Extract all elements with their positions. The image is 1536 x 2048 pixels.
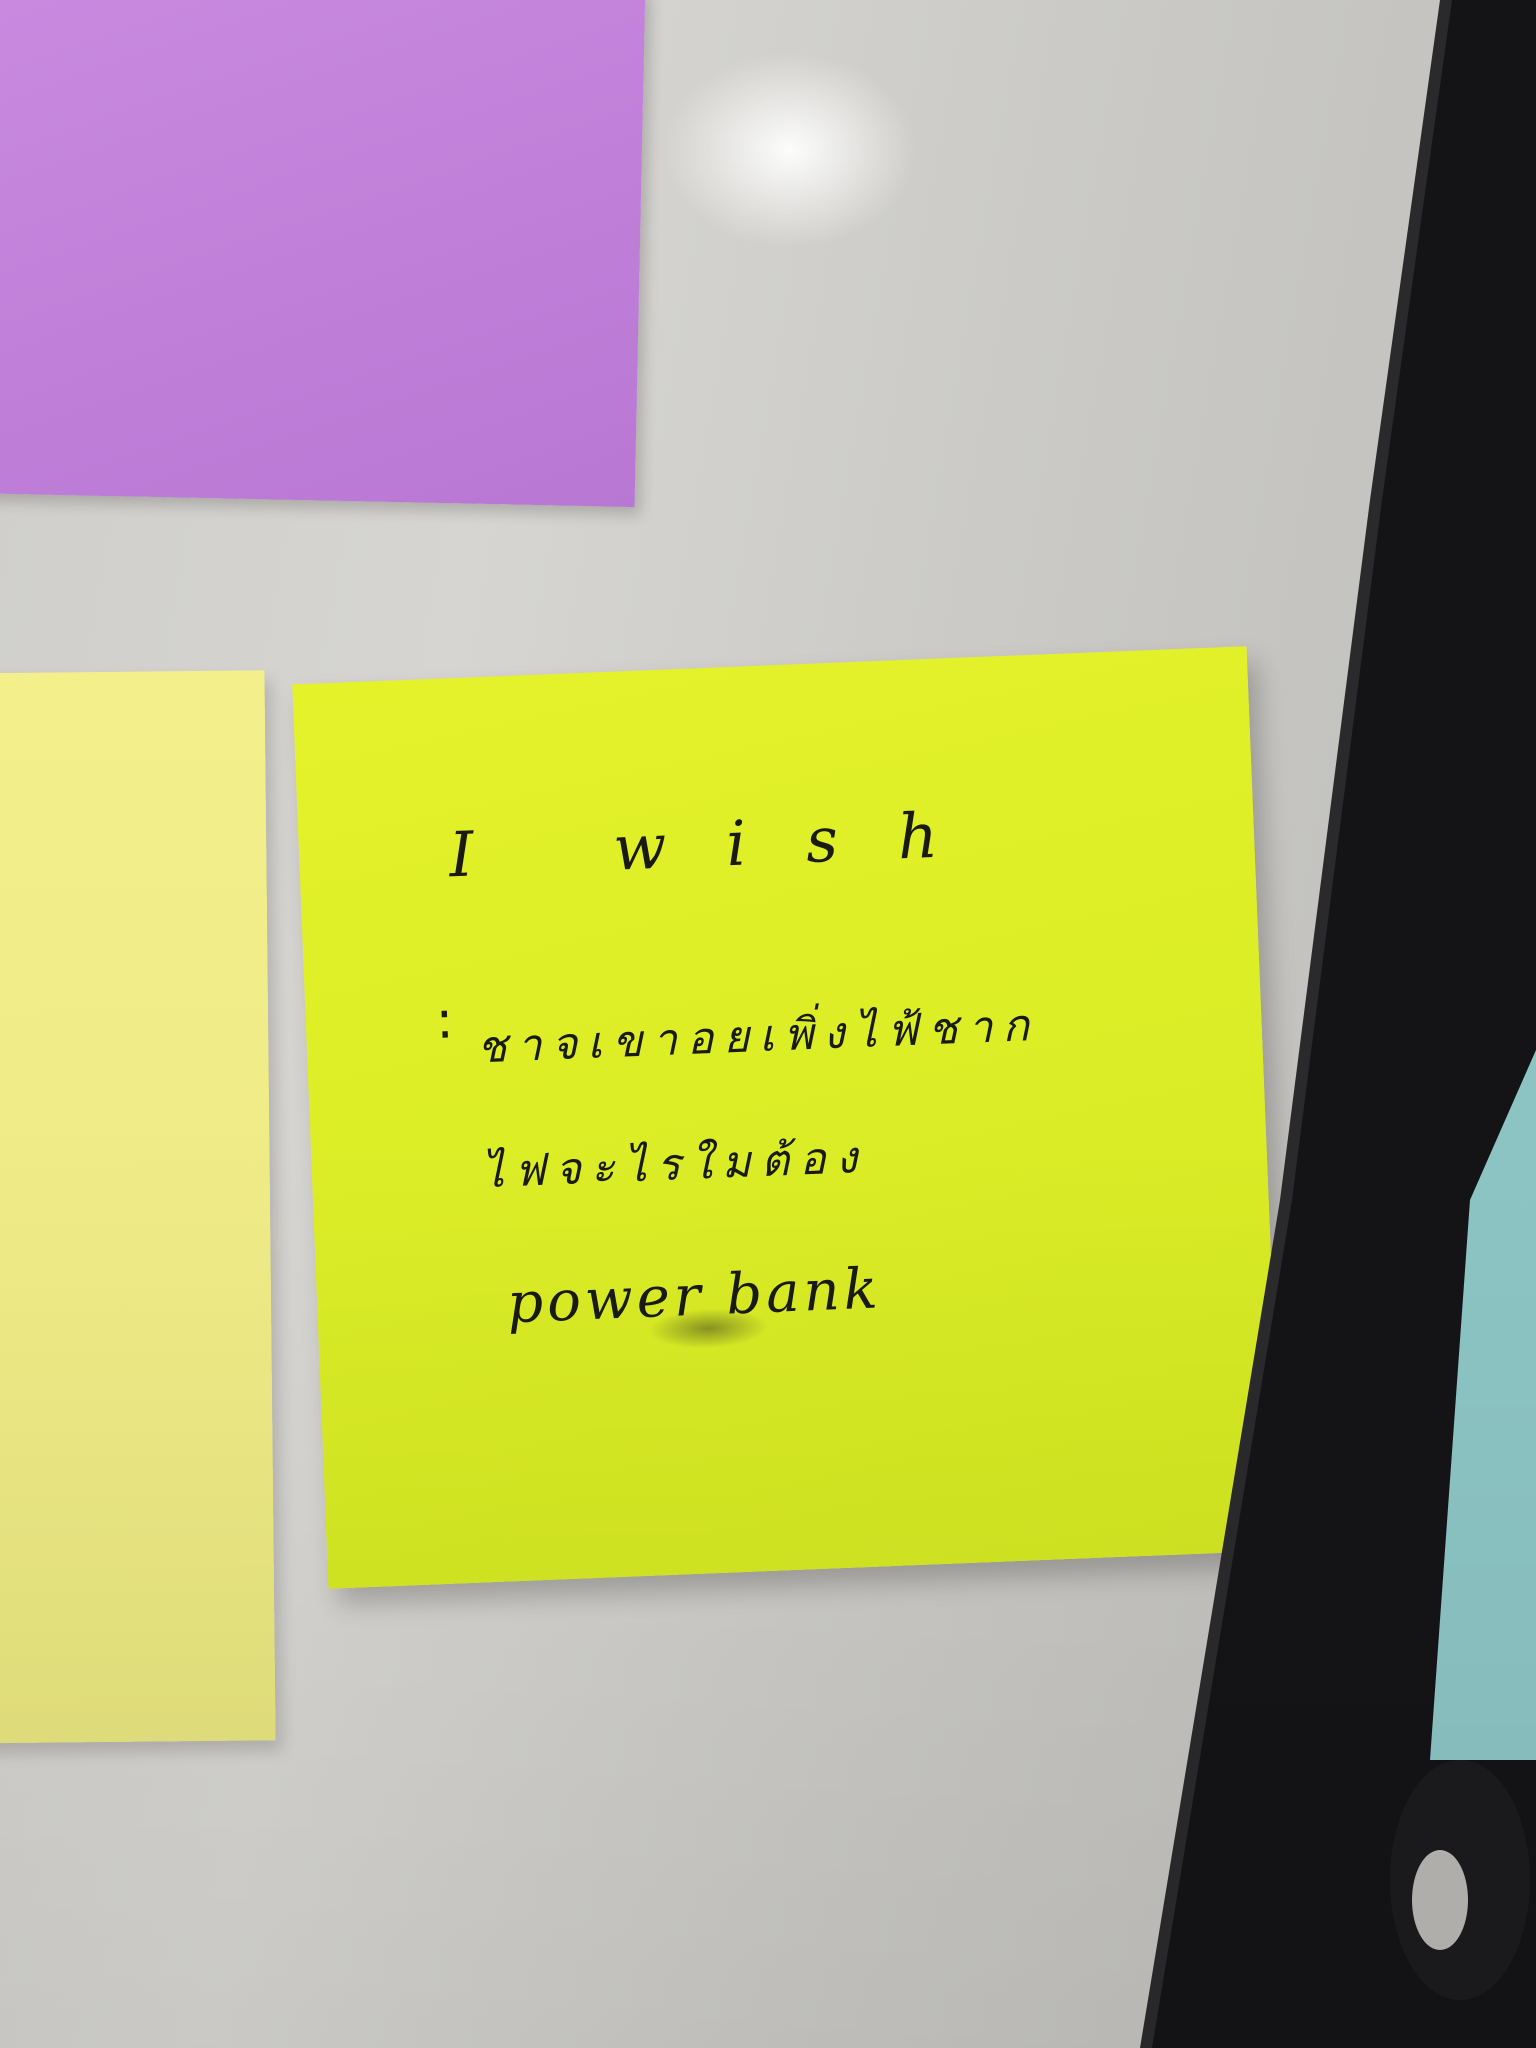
purple-sticky-note xyxy=(0,0,646,508)
wheel-hub xyxy=(1412,1850,1468,1950)
photo-scene: I wish : ชาจเขาอยเพิ่งไฟ้ชาก ไฟจะไรใมต้อ… xyxy=(0,0,1536,2048)
note-colon: : xyxy=(434,990,455,1052)
note-line-thai-1: ชาจเขาอยเพิ่งไฟ้ชาก xyxy=(475,999,1040,1074)
pale-yellow-sticky-note xyxy=(0,670,276,1744)
background-glimpse xyxy=(1430,1050,1536,1760)
handwritten-text: I wish : ชาจเขาอยเพิ่งไฟ้ชาก ไฟจะไรใมต้อ… xyxy=(292,646,1283,1589)
note-line-thai-2: ไฟจะไรใมต้อง xyxy=(480,1131,869,1199)
ink-smudge xyxy=(647,1305,770,1351)
note-line-i-wish: I wish xyxy=(447,796,1000,892)
main-sticky-note: I wish : ชาจเขาอยเพิ่งไฟ้ชาก ไฟจะไรใมต้อ… xyxy=(292,646,1283,1589)
wheel-icon xyxy=(1390,1760,1530,2000)
